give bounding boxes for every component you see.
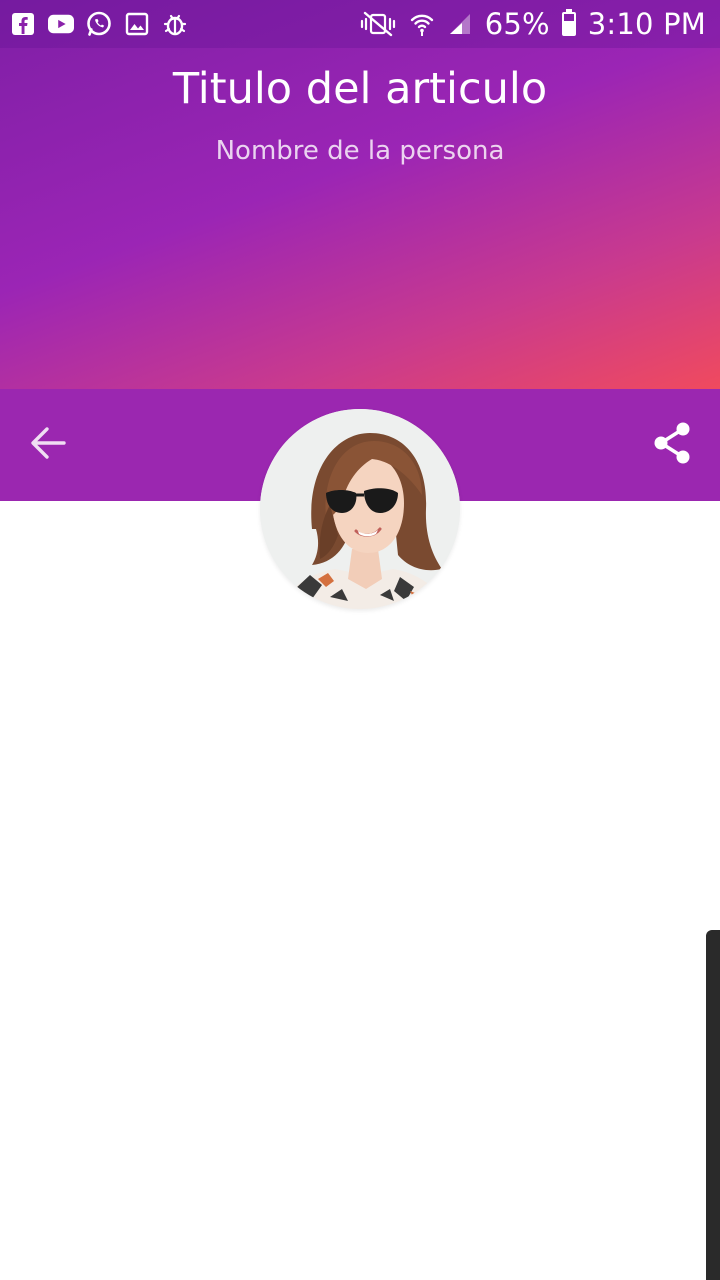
header-gradient [0, 0, 720, 390]
article-author: Nombre de la persona [215, 136, 505, 166]
wifi-icon [409, 11, 435, 37]
status-bar: 65% 3:10 PM [0, 0, 720, 48]
bug-icon [162, 11, 188, 37]
share-button[interactable] [648, 421, 696, 469]
article-title: Titulo del articulo [172, 64, 548, 114]
arrow-back-icon [30, 426, 66, 464]
facebook-icon [10, 11, 36, 37]
status-bar-system: 65% 3:10 PM [359, 7, 706, 41]
battery-percent: 65% [484, 7, 550, 41]
status-bar-notifications [10, 11, 188, 37]
avatar [260, 409, 460, 609]
gallery-icon [124, 11, 150, 37]
clock: 3:10 PM [587, 7, 706, 41]
battery-icon [561, 9, 576, 36]
youtube-icon [48, 11, 74, 37]
vibrate-off-icon [359, 11, 397, 37]
edge-panel [706, 930, 720, 1280]
article-screen: 65% 3:10 PM Titulo del articulo Nombre d… [0, 0, 720, 1280]
signal-icon [447, 11, 473, 37]
share-icon [652, 421, 692, 469]
whatsapp-icon [86, 11, 112, 37]
back-button[interactable] [24, 425, 72, 465]
